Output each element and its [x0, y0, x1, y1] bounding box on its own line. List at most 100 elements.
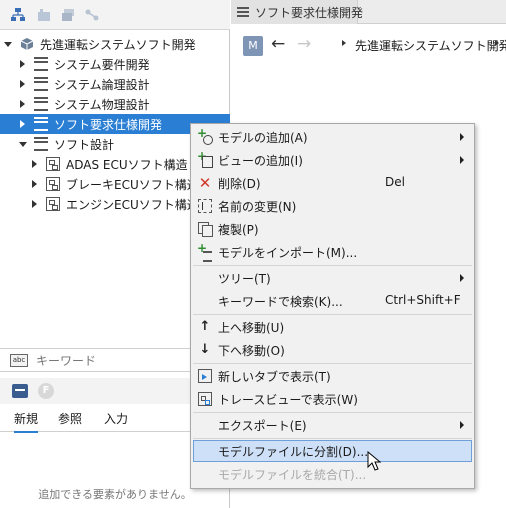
model-tree-icon[interactable] [10, 7, 26, 23]
menu-separator [193, 363, 472, 364]
add-model-icon [197, 126, 213, 145]
menu-item-trace-view[interactable]: トレースビューで表示(W) [193, 388, 472, 410]
tree-node-root[interactable]: 先進運転システムソフト開発 [0, 34, 230, 54]
expand-arrow-icon[interactable] [19, 142, 27, 147]
menu-item-label: ツリー(T) [218, 272, 271, 286]
list-icon [34, 117, 48, 131]
trace-view-icon [198, 392, 212, 406]
menu-item-rename[interactable]: 名前の変更(N) [193, 195, 472, 217]
menu-item-label: 削除(D) [218, 177, 261, 191]
list-icon [34, 57, 48, 71]
structure-icon [46, 197, 60, 211]
expand-arrow-icon[interactable] [4, 42, 12, 47]
tree-node-label: 先進運転システムソフト開発 [40, 38, 196, 52]
menu-item-tree[interactable]: ツリー(T) [193, 267, 472, 289]
tab-software-requirements[interactable]: ソフト要求仕様開発 [231, 0, 363, 24]
tree-node-label: エンジンECUソフト構造 [66, 198, 199, 212]
tree-node-system-logical[interactable]: システム論理設計 [0, 74, 230, 94]
tree-node-label: システム論理設計 [54, 78, 150, 92]
menu-item-merge-model-file: モデルファイルを統合(T)... [193, 463, 472, 485]
duplicate-icon [198, 222, 213, 237]
menu-item-new-tab[interactable]: 新しいタブで表示(T) [193, 365, 472, 387]
tab-reference[interactable]: 参照 [58, 410, 82, 427]
menu-item-label: エクスポート(E) [218, 419, 307, 433]
menu-separator [193, 265, 472, 266]
menu-item-label: モデルの追加(A) [218, 131, 308, 145]
expand-arrow-icon[interactable] [32, 200, 37, 208]
menu-item-move-up[interactable]: ↑ 上へ移動(U) [193, 316, 472, 338]
cube-icon [20, 37, 34, 51]
navigation-bar: M ← → 先進運転システムソフト開発 [231, 24, 506, 66]
tree-node-label: システム要件開発 [54, 58, 150, 72]
layers-icon[interactable] [60, 7, 76, 23]
mouse-cursor-icon [367, 451, 382, 471]
breadcrumb[interactable]: 先進運転システムソフト開発 [355, 37, 506, 54]
menu-item-label: 下へ移動(O) [218, 344, 285, 358]
list-icon [237, 7, 249, 17]
expand-arrow-icon[interactable] [20, 100, 25, 108]
menu-item-export[interactable]: エクスポート(E) [193, 414, 472, 436]
menu-item-label: 複製(P) [218, 223, 259, 237]
menu-item-split-model-file[interactable]: モデルファイルに分割(D)... [193, 440, 472, 462]
tree-node-label: ソフト設計 [54, 138, 115, 152]
list-icon [34, 77, 48, 91]
menu-item-label: 上へ移動(U) [218, 321, 285, 335]
menu-item-add-view[interactable]: ビューの追加(I) [193, 149, 472, 171]
menu-item-add-model[interactable]: モデルの追加(A) [193, 126, 472, 148]
menu-item-label: 名前の変更(N) [218, 200, 297, 214]
model-badge: M [243, 36, 263, 56]
structure-icon [46, 157, 60, 171]
delete-icon: ✕ [198, 174, 212, 192]
filter-icon[interactable]: F [38, 383, 54, 399]
back-arrow-icon[interactable]: ← [271, 34, 285, 54]
move-up-icon: ↑ [199, 319, 211, 334]
forward-arrow-icon[interactable]: → [297, 34, 311, 54]
menu-item-import-model[interactable]: モデルをインポート(M)... [193, 241, 472, 263]
tree-toolbar [0, 0, 230, 30]
submenu-arrow-icon [460, 133, 464, 141]
expand-arrow-icon[interactable] [20, 60, 25, 68]
toolbox-icon[interactable] [12, 384, 28, 398]
submenu-arrow-icon [460, 421, 464, 429]
tab-new[interactable]: 新規 [14, 410, 39, 433]
menu-separator [193, 314, 472, 315]
tab-input[interactable]: 入力 [104, 410, 128, 427]
menu-shortcut: Ctrl+Shift+F [385, 293, 461, 307]
breadcrumb-arrow-icon[interactable] [495, 40, 499, 46]
menu-separator [193, 412, 472, 413]
expand-arrow-icon[interactable] [32, 180, 37, 188]
submenu-arrow-icon [460, 274, 464, 282]
add-view-icon[interactable] [36, 7, 52, 23]
expand-arrow-icon[interactable] [32, 160, 37, 168]
move-down-icon: ↓ [199, 342, 211, 357]
context-menu: モデルの追加(A) ビューの追加(I) ✕ 削除(D) Del 名前の変更(N)… [190, 123, 475, 489]
editor-tabbar: ソフト要求仕様開発 [231, 0, 506, 24]
connect-icon[interactable] [84, 7, 100, 23]
menu-item-duplicate[interactable]: 複製(P) [193, 218, 472, 240]
structure-icon [46, 177, 60, 191]
editor-tab-label: ソフト要求仕様開発 [255, 6, 364, 20]
menu-item-label: キーワードで検索(K)... [218, 295, 343, 309]
submenu-arrow-icon [460, 156, 464, 164]
tree-node-label: システム物理設計 [54, 98, 150, 112]
menu-item-label: 新しいタブで表示(T) [218, 370, 331, 384]
add-view-icon [197, 149, 213, 168]
breadcrumb-arrow-icon [342, 40, 346, 46]
tree-node-system-physical[interactable]: システム物理設計 [0, 94, 230, 114]
menu-item-label: モデルファイルに分割(D)... [218, 445, 369, 459]
rename-icon [198, 199, 212, 213]
expand-arrow-icon[interactable] [20, 120, 25, 128]
tree-node-label: ADAS ECUソフト構造 [66, 158, 188, 172]
menu-shortcut: Del [385, 175, 405, 189]
menu-item-label: モデルをインポート(M)... [218, 246, 358, 260]
list-icon [34, 97, 48, 111]
menu-item-move-down[interactable]: ↓ 下へ移動(O) [193, 339, 472, 361]
menu-item-label: トレースビューで表示(W) [218, 393, 358, 407]
menu-item-delete[interactable]: ✕ 削除(D) Del [193, 172, 472, 194]
text-search-icon: abc [10, 354, 28, 367]
expand-arrow-icon[interactable] [20, 80, 25, 88]
menu-separator [193, 438, 472, 439]
menu-item-keyword-search[interactable]: キーワードで検索(K)... Ctrl+Shift+F [193, 290, 472, 312]
tree-node-system-requirements[interactable]: システム要件開発 [0, 54, 230, 74]
new-tab-icon [198, 369, 212, 383]
